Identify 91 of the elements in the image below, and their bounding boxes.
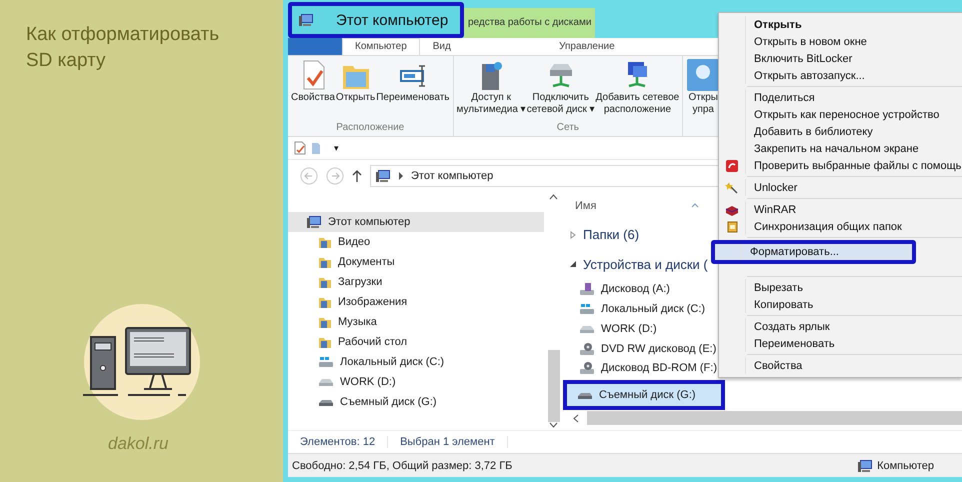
menu-item[interactable]: Открыть как переносное устройство [746, 108, 940, 120]
computer-icon [298, 13, 314, 27]
scroll-thumb[interactable] [587, 411, 962, 426]
menu-item[interactable]: Вырезать [746, 282, 803, 294]
drive-icon [318, 377, 334, 387]
group-header[interactable]: Папки (6) [583, 227, 640, 242]
menu-item[interactable]: Свойства [746, 360, 802, 372]
up-arrow-icon [352, 169, 362, 183]
menu-item[interactable]: Поделиться [746, 92, 815, 104]
sync-folder-icon [725, 220, 739, 234]
menu-item[interactable]: Открыть автозапуск... [746, 70, 865, 82]
control-panel-icon [686, 58, 720, 92]
ribbon-button-label[interactable]: Открыть [336, 92, 376, 104]
tree-item[interactable]: Загрузки [288, 272, 546, 292]
status-text: Выбран 1 элемент [388, 436, 508, 448]
document-check-icon [294, 141, 306, 155]
menu-item[interactable]: Добавить в библиотеку [746, 126, 873, 138]
drive-item[interactable]: DVD RW дисковод (E:) [569, 338, 720, 359]
ribbon-button-label[interactable]: Добавить сетевое расположение [596, 92, 680, 116]
menu-item[interactable]: Копировать [746, 298, 814, 310]
windows-drive-icon [318, 356, 334, 368]
site-name: dakol.ru [108, 434, 168, 454]
optical-drive-icon [579, 342, 595, 356]
sort-caret-icon [691, 203, 699, 208]
magic-wand-icon [725, 180, 739, 194]
scroll-thumb[interactable] [548, 350, 560, 422]
contextual-tab[interactable]: редства работы с дисками [464, 8, 596, 38]
ribbon-tab[interactable]: Управление [534, 38, 640, 55]
group-label: Сеть [556, 122, 580, 135]
scroll-left-icon [573, 414, 579, 423]
window-title-text: Этот компьютер [336, 12, 448, 28]
removable-drive-icon [577, 390, 593, 400]
folder-icon [318, 255, 332, 269]
antivirus-icon [725, 158, 739, 172]
scroll-up-icon [549, 194, 558, 200]
computer-icon [857, 458, 874, 472]
ribbon-button-label[interactable]: Откры упра [688, 92, 718, 116]
menu-item[interactable]: Создать ярлык [746, 320, 830, 332]
ribbon-tab[interactable]: Вид [420, 38, 464, 55]
drive-item[interactable]: Дисковод BD-ROM (F:) [569, 358, 721, 378]
ribbon-button-label[interactable]: Подключить сетевой диск ▾ [526, 92, 595, 116]
removable-drive-icon [318, 397, 334, 407]
drive-item[interactable]: Дисковод (A:) [569, 279, 711, 300]
address-path: Этот компьютер [411, 170, 494, 182]
group-label: Расположение [335, 122, 406, 135]
folder-icon [310, 141, 322, 155]
computer-icon [375, 169, 391, 183]
tree-item[interactable]: Этот компьютер [288, 212, 544, 232]
tree-item[interactable]: Рабочий стол [288, 332, 546, 352]
folder-icon [318, 335, 332, 349]
menu-item[interactable]: WinRAR [746, 204, 796, 216]
menu-item[interactable]: Включить BitLocker [746, 52, 852, 64]
drive-item[interactable]: WORK (D:) [569, 318, 711, 339]
windows-drive-icon [579, 302, 595, 315]
tree-item[interactable]: WORK (D:) [288, 372, 546, 392]
drive-icon [579, 324, 595, 334]
chevron-icon [398, 172, 404, 180]
computer-icon [306, 215, 322, 229]
column-header[interactable]: Имя [575, 200, 596, 212]
optical-drive-icon [579, 361, 595, 376]
ribbon-button-label[interactable]: Свойства [291, 92, 335, 104]
customize-menu-arrow[interactable]: ▾ [334, 143, 339, 153]
folder-icon [318, 295, 332, 309]
tree-item[interactable]: Изображения [288, 292, 546, 312]
menu-item[interactable]: Закрепить на начальном экране [746, 142, 919, 154]
menu-item[interactable]: Форматировать... [742, 246, 839, 258]
folder-icon [318, 315, 332, 329]
menu-item[interactable]: Открыть в новом окне [746, 36, 867, 48]
folder-icon [318, 275, 332, 289]
folder-icon [318, 235, 332, 249]
tree-item[interactable]: Видео [288, 232, 546, 252]
location-text: Компьютер [877, 460, 934, 472]
article-title: Как отформатировать SD карту [26, 23, 220, 73]
drive-item[interactable]: Локальный диск (C:) [569, 299, 711, 319]
tree-item[interactable]: Локальный диск (C:) [288, 352, 546, 372]
menu-item[interactable]: Синхронизация общих папок [746, 220, 902, 232]
free-space-text: Свободно: 2,54 ГБ, Общий размер: 3,72 ГБ [292, 460, 512, 472]
menu-item[interactable]: Открыть [746, 18, 802, 30]
group-header[interactable]: Устройства и диски ( [583, 256, 708, 272]
ribbon-button-label[interactable]: Доступ к мультимедиа ▾ [456, 92, 526, 116]
floppy-drive-icon [579, 282, 595, 296]
tree-item[interactable]: Документы [288, 252, 546, 272]
ribbon-button-label[interactable]: Переименовать [376, 92, 450, 104]
status-text: Элементов: 12 [288, 436, 388, 448]
tree-item[interactable]: Съемный диск (G:) [288, 392, 546, 412]
drive-item[interactable]: Съемный диск (G:) [563, 380, 725, 410]
forward-icon [326, 167, 344, 185]
menu-item[interactable]: Переименовать [746, 338, 835, 350]
scroll-down-icon [549, 422, 558, 428]
tree-item[interactable]: Музыка [288, 312, 546, 332]
back-icon [300, 167, 318, 185]
